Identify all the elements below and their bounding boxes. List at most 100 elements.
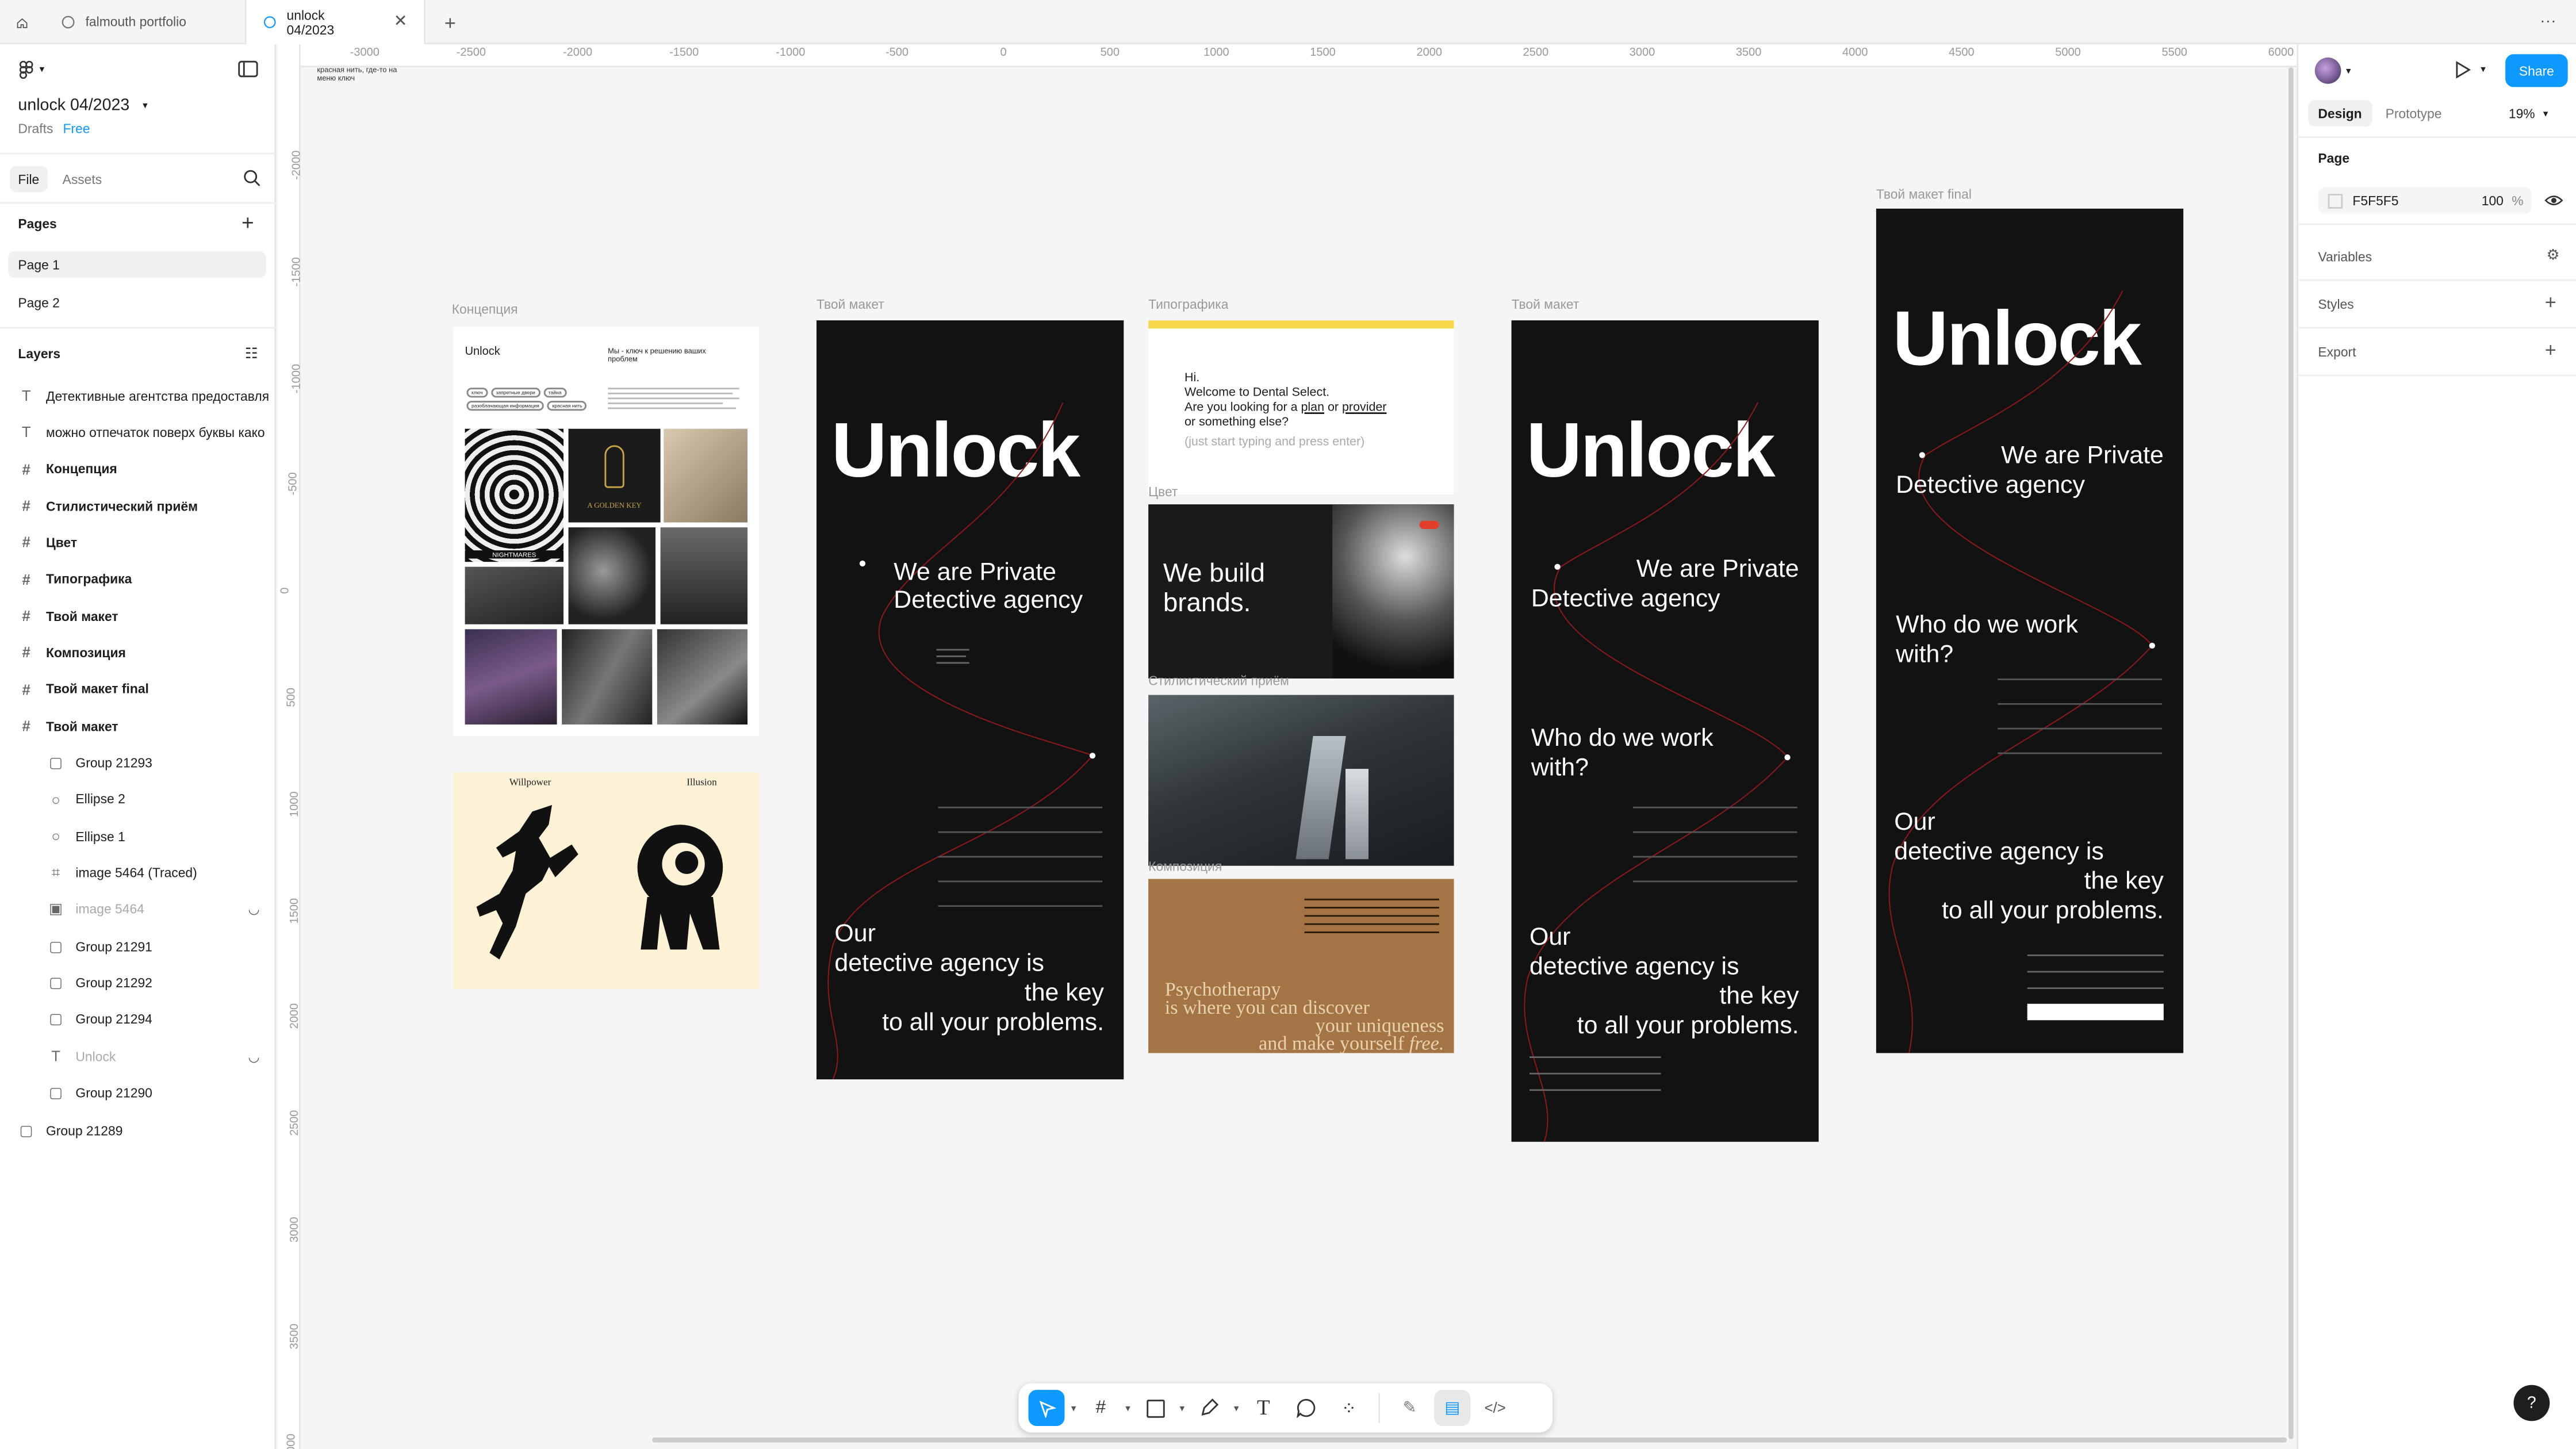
layer-item[interactable]: # Концепция bbox=[0, 451, 276, 488]
add-style-icon[interactable]: + bbox=[2545, 291, 2556, 314]
frame-label-layout1[interactable]: Твой макет bbox=[816, 297, 884, 312]
concept-frame[interactable]: Unlock Мы - ключ к решению ваших проблем… bbox=[453, 327, 759, 736]
dev-mode-button[interactable]: </> bbox=[1477, 1390, 1513, 1426]
layer-item[interactable]: # Твой макет bbox=[0, 708, 276, 745]
frame-label-color[interactable]: Цвет bbox=[1148, 485, 1178, 500]
layer-item[interactable]: # Типографика bbox=[0, 561, 276, 597]
tab-bar: falmouth portfolio unlock 04/2023 ✕ + ··… bbox=[0, 0, 2576, 45]
tab-prototype[interactable]: Prototype bbox=[2386, 100, 2442, 126]
close-tab-icon[interactable]: ✕ bbox=[394, 13, 408, 31]
add-export-icon[interactable]: + bbox=[2545, 339, 2556, 362]
move-tool-button[interactable] bbox=[1028, 1390, 1065, 1426]
typography-frame[interactable]: Hi. Welcome to Dental Select. Are you lo… bbox=[1148, 320, 1454, 494]
actions-button[interactable]: ⁘ bbox=[1331, 1390, 1367, 1426]
page-color-input[interactable]: F5F5F5 100 % bbox=[2318, 187, 2532, 214]
export-section[interactable]: Export + bbox=[2298, 328, 2576, 377]
drafts-link[interactable]: Drafts bbox=[18, 121, 53, 136]
layer-item[interactable]: T Детективные агентства предоставля bbox=[0, 378, 276, 414]
style-frame[interactable] bbox=[1148, 695, 1454, 866]
layer-item[interactable]: ▢ Group 21293 bbox=[0, 745, 276, 781]
help-button[interactable]: ? bbox=[2513, 1385, 2550, 1421]
color-frame[interactable]: We build brands. bbox=[1148, 504, 1454, 678]
design-mode-button[interactable]: ▤ bbox=[1434, 1390, 1471, 1426]
page-item-1[interactable]: Page 1 bbox=[8, 251, 266, 278]
hidden-eye-icon[interactable]: ◡ bbox=[248, 1049, 259, 1064]
chevron-down-icon[interactable]: ▾ bbox=[1180, 1402, 1185, 1413]
composition-frame[interactable]: Psychotherapy is where you can discover … bbox=[1148, 879, 1454, 1053]
present-button[interactable]: ▾ bbox=[2455, 61, 2486, 79]
frame-label-composition[interactable]: Композиция bbox=[1148, 859, 1222, 874]
tab-unlock[interactable]: unlock 04/2023 ✕ bbox=[244, 0, 425, 45]
frame-label-layout2[interactable]: Твой макет bbox=[1512, 297, 1580, 312]
new-tab-button[interactable]: + bbox=[431, 0, 470, 44]
zoom-menu[interactable]: 19% ▾ bbox=[2509, 100, 2548, 126]
layer-item[interactable]: ○ Ellipse 1 bbox=[0, 818, 276, 854]
layer-item[interactable]: ▣ image 5464 ◡ bbox=[0, 892, 276, 928]
variables-settings-icon[interactable]: ⚙ bbox=[2547, 247, 2560, 264]
panel-toggle-icon[interactable] bbox=[238, 60, 258, 78]
key-line-3: the key bbox=[2084, 867, 2164, 896]
app-menu-button[interactable]: ··· bbox=[2524, 0, 2573, 44]
layout-frame-1[interactable]: Unlock We are Private Detective agency O… bbox=[816, 320, 1124, 1080]
styles-section[interactable]: Styles + bbox=[2298, 281, 2576, 329]
layer-item[interactable]: ▢ Group 21291 bbox=[0, 929, 276, 965]
search-icon[interactable] bbox=[243, 169, 261, 187]
layer-item[interactable]: # Твой макет final bbox=[0, 672, 276, 708]
frame-label-final[interactable]: Твой макет final bbox=[1876, 187, 1972, 202]
layer-item[interactable]: ▢ Group 21294 bbox=[0, 1002, 276, 1038]
hidden-eye-icon[interactable]: ◡ bbox=[248, 903, 259, 918]
frame-icon: # bbox=[22, 681, 30, 698]
shape-tool-button[interactable] bbox=[1137, 1390, 1173, 1426]
layer-item[interactable]: # Стилистический приём bbox=[0, 488, 276, 524]
ruler-y-tick: 500 bbox=[286, 688, 298, 707]
main-menu-button[interactable]: ▾ bbox=[18, 60, 44, 79]
layer-item[interactable]: ▢ Group 21289 bbox=[0, 1112, 276, 1148]
layout-frame-2[interactable]: Unlock We are Private Detective agency W… bbox=[1511, 320, 1819, 1142]
file-name[interactable]: unlock 04/2023 ▾ bbox=[18, 97, 147, 115]
chevron-down-icon[interactable]: ▾ bbox=[1071, 1402, 1076, 1413]
canvas[interactable]: -3000 -2500 -2000 -1500 -1000 -500 0 500 1000 150… bbox=[277, 44, 2297, 1449]
layer-item[interactable]: ⌗ image 5464 (Traced) bbox=[0, 855, 276, 891]
chevron-down-icon[interactable]: ▾ bbox=[1234, 1402, 1239, 1413]
key-line-2: detective agency is bbox=[1529, 953, 1739, 981]
layer-item[interactable]: ○ Ellipse 2 bbox=[0, 782, 276, 818]
layer-item[interactable]: # Цвет bbox=[0, 525, 276, 561]
page-item-2[interactable]: Page 2 bbox=[8, 289, 266, 316]
user-menu[interactable]: ▾ bbox=[2314, 57, 2351, 84]
chevron-down-icon[interactable]: ▾ bbox=[1125, 1402, 1130, 1413]
horizontal-scrollbar[interactable] bbox=[652, 1438, 2287, 1443]
ruler-x-tick: 3500 bbox=[1735, 47, 1762, 59]
layer-label: Композиция bbox=[46, 645, 126, 661]
layer-item[interactable]: ▢ Group 21292 bbox=[0, 965, 276, 1002]
variables-section[interactable]: Variables ⚙ bbox=[2298, 233, 2576, 281]
frame-label-style[interactable]: Стилистический приём bbox=[1148, 673, 1289, 688]
eye-icon[interactable] bbox=[2544, 194, 2563, 207]
ruler-y-tick: -1500 bbox=[292, 256, 304, 286]
layer-item[interactable]: ▢ Group 21290 bbox=[0, 1075, 276, 1111]
vertical-scrollbar[interactable] bbox=[2288, 67, 2294, 1439]
hint-line: (just start typing and press enter) bbox=[1184, 434, 1365, 448]
frame-label-concept[interactable]: Концепция bbox=[452, 302, 518, 317]
home-button[interactable] bbox=[0, 0, 44, 44]
add-page-icon[interactable]: + bbox=[241, 210, 254, 235]
pen-tool-button[interactable] bbox=[1191, 1390, 1228, 1426]
layers-list-icon[interactable]: ☷ bbox=[245, 345, 258, 363]
text-tool-button[interactable]: T bbox=[1245, 1390, 1282, 1426]
frame-label-typo[interactable]: Типографика bbox=[1148, 297, 1228, 312]
frame-tool-button[interactable]: # bbox=[1083, 1390, 1119, 1426]
layer-item[interactable]: Tможно отпечаток поверх буквы како bbox=[0, 415, 276, 451]
comment-tool-button[interactable] bbox=[1288, 1390, 1324, 1426]
tab-file[interactable]: File bbox=[10, 166, 48, 193]
tab-assets[interactable]: Assets bbox=[63, 166, 102, 193]
layer-item[interactable]: # Твой макет bbox=[0, 598, 276, 634]
hero-line-2: Detective agency bbox=[894, 586, 1083, 615]
layer-item[interactable]: # Композиция bbox=[0, 635, 276, 671]
share-button[interactable]: Share bbox=[2505, 54, 2568, 87]
layer-item[interactable]: T Unlock ◡ bbox=[0, 1039, 276, 1075]
draw-mode-button[interactable]: ✎ bbox=[1392, 1390, 1428, 1426]
layout-frame-final[interactable]: Unlock We are Private Detective agency W… bbox=[1876, 208, 2184, 1053]
plan-badge[interactable]: Free bbox=[63, 121, 90, 136]
tab-design[interactable]: Design bbox=[2308, 100, 2372, 126]
tab-falmouth-portfolio[interactable]: falmouth portfolio bbox=[44, 0, 245, 44]
illustration-frame[interactable]: Willpower Illusion bbox=[453, 772, 759, 989]
